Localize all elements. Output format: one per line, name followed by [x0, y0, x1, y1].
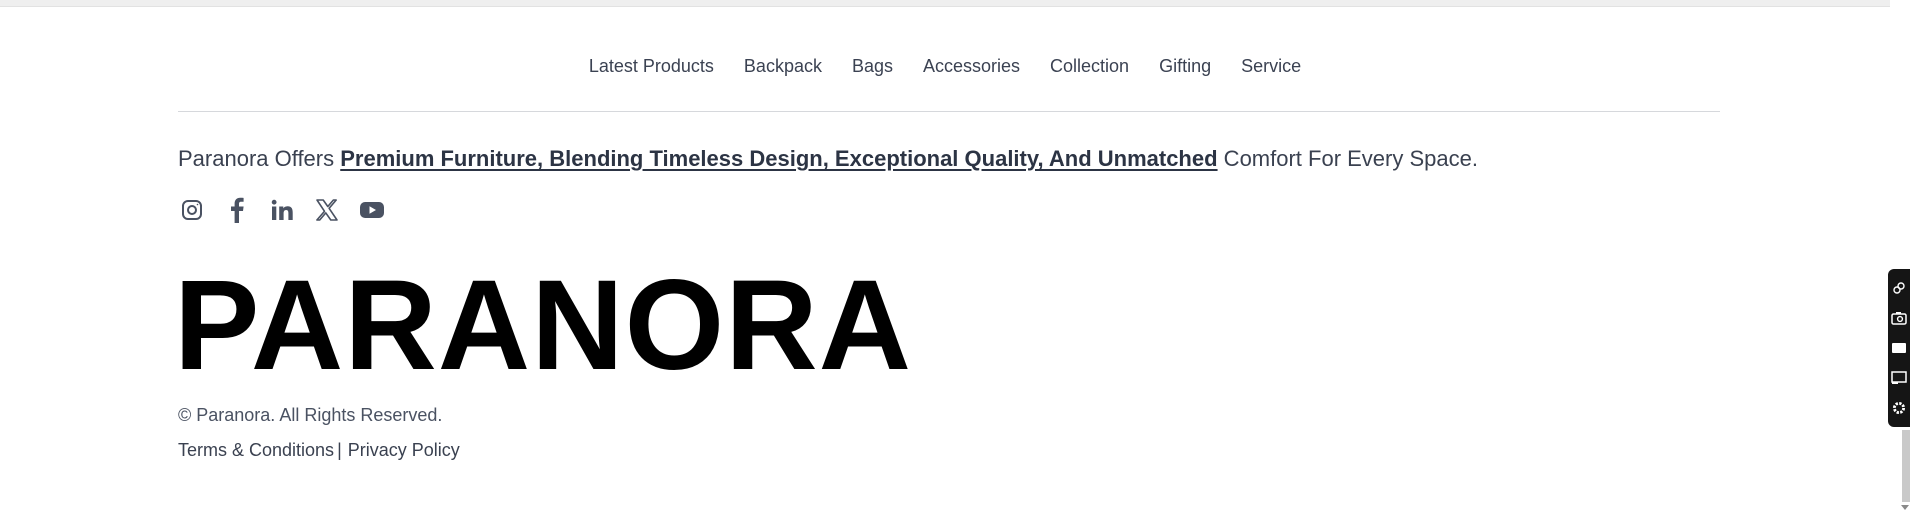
scrollbar-thumb[interactable] [1902, 430, 1910, 502]
instagram-icon[interactable] [178, 196, 205, 223]
nav-gifting[interactable]: Gifting [1159, 56, 1211, 77]
tagline-suffix: Comfort For Every Space. [1217, 146, 1478, 171]
nav-latest-products[interactable]: Latest Products [589, 56, 714, 77]
nav-service[interactable]: Service [1241, 56, 1301, 77]
social-links [178, 196, 385, 223]
floating-side-toolbar [1888, 269, 1910, 427]
legal-links: Terms & Conditions | Privacy Policy [178, 440, 460, 461]
tagline-link[interactable]: Premium Furniture, Blending Timeless Des… [340, 146, 1217, 171]
footer-divider [178, 111, 1720, 112]
terms-link[interactable]: Terms & Conditions [178, 440, 334, 460]
nav-accessories[interactable]: Accessories [923, 56, 1020, 77]
x-icon[interactable] [313, 196, 340, 223]
brand-wordmark: PARANORA [174, 254, 913, 397]
link-icon[interactable] [1891, 280, 1907, 296]
nav-backpack[interactable]: Backpack [744, 56, 822, 77]
video-icon[interactable] [1891, 340, 1907, 356]
tagline-prefix: Paranora Offers [178, 146, 341, 171]
scroll-down-arrow-icon[interactable] [1901, 505, 1909, 510]
gear-icon[interactable] [1891, 400, 1907, 416]
nav-bags[interactable]: Bags [852, 56, 893, 77]
camera-icon[interactable] [1891, 310, 1907, 326]
linkedin-icon[interactable] [268, 196, 295, 223]
top-border [0, 0, 1890, 7]
facebook-icon[interactable] [223, 196, 250, 223]
youtube-icon[interactable] [358, 196, 385, 223]
legal-separator: | [337, 440, 342, 460]
nav-collection[interactable]: Collection [1050, 56, 1129, 77]
footer-nav: Latest Products Backpack Bags Accessorie… [0, 56, 1890, 77]
tagline: Paranora Offers Premium Furniture, Blend… [178, 146, 1478, 172]
privacy-link[interactable]: Privacy Policy [348, 440, 460, 460]
copyright-text: © Paranora. All Rights Reserved. [178, 405, 443, 425]
window-icon[interactable] [1891, 370, 1907, 386]
